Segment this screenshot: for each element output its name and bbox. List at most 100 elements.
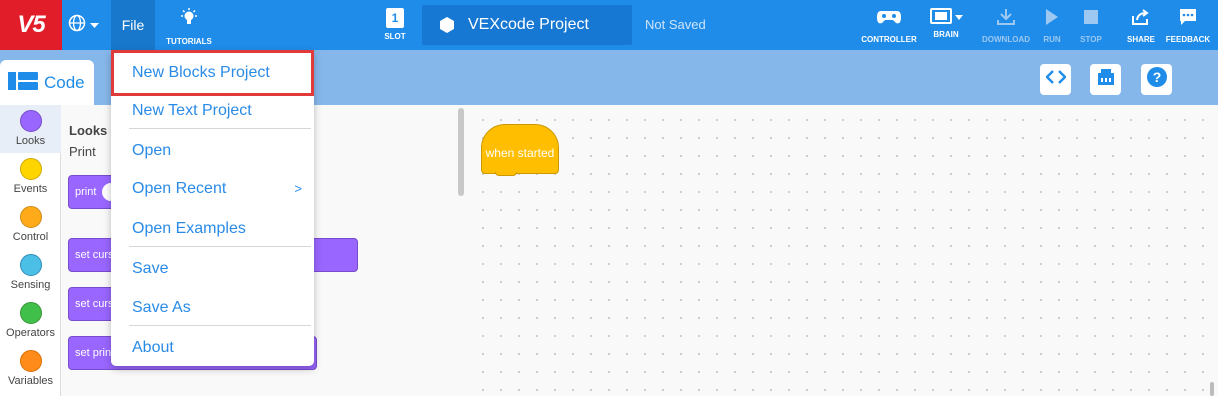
- stop-icon: [1083, 8, 1099, 31]
- block-label: set curs: [75, 298, 114, 310]
- download-button[interactable]: DOWNLOAD: [980, 0, 1032, 50]
- menu-item-about[interactable]: About: [111, 328, 314, 367]
- stop-button[interactable]: STOP: [1076, 0, 1106, 50]
- menu-item-open[interactable]: Open: [111, 131, 314, 170]
- vexcode-app: V5 File TUTORIALS 1 SLOT VEXcode Project: [0, 0, 1218, 396]
- category-control[interactable]: Control: [0, 201, 61, 249]
- palette-subheading: Print: [69, 144, 96, 159]
- brain-icon: [929, 8, 963, 26]
- events-dot-icon: [19, 158, 42, 180]
- tutorials-label: TUTORIALS: [166, 37, 212, 46]
- project-name-field[interactable]: VEXcode Project: [422, 5, 632, 45]
- v5-logo: V5: [0, 0, 62, 50]
- category-label: Operators: [6, 327, 55, 339]
- feedback-icon: [1179, 8, 1197, 31]
- controller-button[interactable]: CONTROLLER: [860, 0, 918, 50]
- port-icon: [1096, 67, 1116, 92]
- control-dot-icon: [19, 206, 42, 228]
- operators-dot-icon: [19, 302, 42, 324]
- workspace-scrollbar[interactable]: [1210, 382, 1214, 396]
- code-brackets-icon: [1044, 69, 1067, 90]
- category-sensing[interactable]: Sensing: [0, 249, 61, 297]
- menu-item-label: New Text Project: [132, 101, 252, 119]
- looks-dot-icon: [19, 110, 42, 132]
- menu-item-label: New Blocks Project: [132, 63, 270, 81]
- menu-item-label: Open Examples: [132, 219, 246, 237]
- menu-item-save[interactable]: Save: [111, 249, 314, 288]
- category-label: Events: [13, 183, 48, 195]
- project-title: VEXcode Project: [468, 16, 589, 33]
- category-label: Variables: [7, 375, 54, 387]
- lightbulb-icon: [180, 8, 198, 33]
- save-status: Not Saved: [645, 17, 706, 32]
- share-button[interactable]: SHARE: [1124, 0, 1158, 50]
- share-label: SHARE: [1126, 35, 1155, 44]
- controller-label: CONTROLLER: [861, 35, 917, 44]
- download-label: DOWNLOAD: [982, 35, 1030, 44]
- menu-item-new-blocks-project[interactable]: New Blocks Project: [111, 53, 314, 92]
- tab-code[interactable]: Code: [0, 60, 94, 106]
- share-icon: [1131, 8, 1151, 31]
- block-notch: [495, 172, 517, 176]
- code-workspace[interactable]: [466, 105, 1218, 396]
- controller-icon: [877, 8, 901, 31]
- hat-block-label: when started: [485, 146, 555, 160]
- svg-text:?: ?: [1152, 69, 1161, 85]
- menu-item-label: Save As: [132, 298, 191, 316]
- menu-divider: [129, 325, 311, 326]
- slot-icon: 1: [386, 8, 404, 28]
- category-variables[interactable]: Variables: [0, 345, 61, 393]
- menu-divider: [129, 246, 311, 247]
- language-button[interactable]: [68, 13, 106, 37]
- feedback-label: FEEDBACK: [1165, 35, 1211, 44]
- help-button[interactable]: ?: [1141, 64, 1172, 95]
- menu-item-open-examples[interactable]: Open Examples: [111, 209, 314, 248]
- question-icon: ?: [1146, 66, 1168, 93]
- devices-button[interactable]: [1090, 64, 1121, 95]
- menu-item-label: Save: [132, 259, 169, 277]
- menu-item-label: About: [132, 338, 174, 356]
- slot-button[interactable]: 1 SLOT: [380, 0, 410, 50]
- block-label: print: [75, 186, 97, 198]
- chevron-down-icon: [90, 16, 99, 34]
- palette-scrollbar[interactable]: [458, 108, 464, 196]
- menu-item-new-text-project[interactable]: New Text Project: [111, 91, 314, 130]
- slot-label: SLOT: [384, 32, 406, 41]
- brain-label: BRAIN: [933, 30, 959, 39]
- run-button[interactable]: RUN: [1038, 0, 1066, 50]
- category-events[interactable]: Events: [0, 153, 61, 201]
- code-viewer-button[interactable]: [1040, 64, 1071, 95]
- file-dropdown-menu: New Blocks Project New Text Project Open…: [111, 50, 314, 366]
- brain-button[interactable]: BRAIN: [922, 0, 970, 50]
- menu-item-save-as[interactable]: Save As: [111, 288, 314, 327]
- variables-dot-icon: [19, 350, 42, 372]
- menu-item-label: Open Recent: [132, 179, 227, 197]
- run-label: RUN: [1043, 35, 1061, 44]
- menu-item-open-recent[interactable]: Open Recent >: [111, 169, 314, 208]
- sensing-dot-icon: [19, 254, 42, 276]
- category-label: Control: [12, 231, 49, 243]
- file-menu-button[interactable]: File: [111, 0, 155, 50]
- category-sidebar: Looks Events Control Sensing Operators V…: [0, 105, 61, 396]
- play-icon: [1044, 8, 1060, 31]
- top-toolbar: V5 File TUTORIALS 1 SLOT VEXcode Project: [0, 0, 1218, 50]
- tab-code-label: Code: [44, 73, 85, 92]
- blocks-code-icon: [8, 70, 38, 97]
- palette-heading: Looks: [69, 123, 108, 138]
- menu-divider: [129, 128, 311, 129]
- block-label: set prin: [75, 347, 112, 359]
- download-icon: [996, 8, 1016, 31]
- submenu-arrow-icon: >: [294, 181, 302, 196]
- category-label: Looks: [15, 135, 46, 147]
- when-started-block[interactable]: when started: [481, 124, 559, 174]
- category-looks[interactable]: Looks: [0, 105, 61, 153]
- block-label: set curs: [75, 249, 114, 261]
- stop-label: STOP: [1080, 35, 1102, 44]
- globe-icon: [68, 14, 86, 37]
- category-label: Sensing: [10, 279, 51, 291]
- category-operators[interactable]: Operators: [0, 297, 61, 345]
- menu-item-label: Open: [132, 141, 172, 159]
- tutorials-button[interactable]: TUTORIALS: [163, 0, 215, 50]
- feedback-button[interactable]: FEEDBACK: [1164, 0, 1212, 50]
- hexagon-icon: [440, 17, 454, 33]
